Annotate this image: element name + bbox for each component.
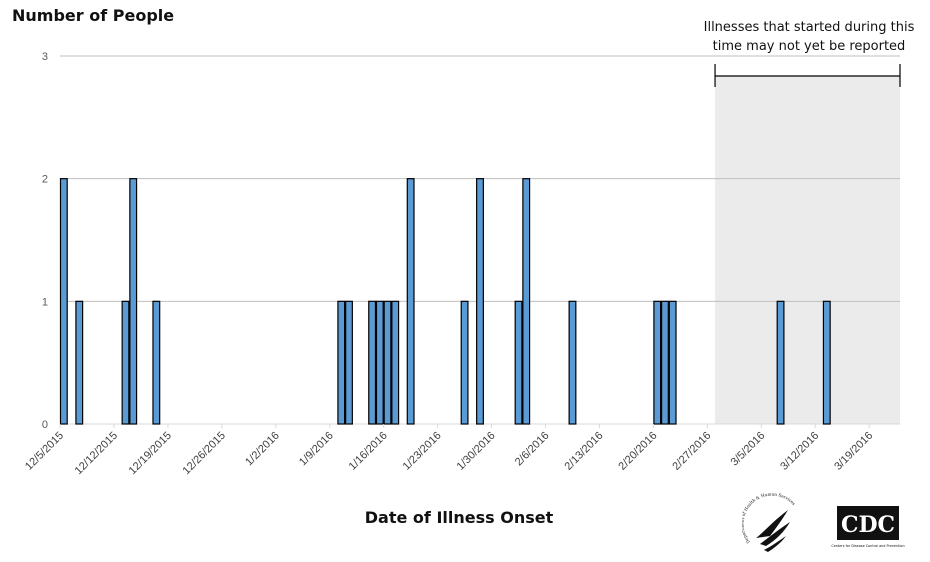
- bar: [668, 300, 677, 425]
- x-tick-label: 3/19/2016: [832, 430, 875, 473]
- epi-curve-chart: 0 1 2 3 12/5/2015 12/12/2015 12/19/2015 12/26/2…: [23, 51, 901, 477]
- bar: [653, 300, 662, 425]
- bar: [375, 300, 384, 425]
- bar: [345, 300, 353, 425]
- bar: [822, 300, 831, 425]
- x-tick-label: 12/12/2015: [73, 430, 120, 477]
- x-tick-label: 12/19/2015: [127, 430, 174, 477]
- x-tick-label: 12/26/2015: [181, 430, 228, 477]
- x-tick-label: 1/9/2016: [297, 430, 336, 469]
- x-tick-label: 2/27/2016: [670, 430, 713, 473]
- x-tick-label: 1/16/2016: [347, 430, 390, 473]
- x-tick-label: 1/2/2016: [243, 430, 282, 469]
- bar: [391, 300, 400, 425]
- bar: [661, 300, 669, 425]
- hhs-logo: Department of Health & Human Services US…: [742, 492, 800, 553]
- bar: [152, 300, 161, 425]
- logos: Department of Health & Human Services US…: [742, 492, 905, 553]
- cdc-logo: CDC Centers for Disease Control and Prev…: [831, 506, 905, 548]
- bar: [406, 178, 415, 425]
- bar: [460, 300, 469, 425]
- cdc-logo-text: CDC: [841, 512, 895, 538]
- y-tick-label: 2: [42, 174, 48, 186]
- x-tick-label: 2/20/2016: [616, 430, 659, 473]
- cdc-logo-subtext: Centers for Disease Control and Preventi…: [831, 544, 904, 548]
- x-tick-label: 2/13/2016: [562, 430, 605, 473]
- x-tick-label: 3/5/2016: [729, 430, 768, 469]
- bar: [368, 300, 377, 425]
- bar: [476, 178, 484, 425]
- hhs-logo-text: Department of Health & Human Services US…: [742, 492, 797, 544]
- y-tick-label: 0: [42, 419, 48, 431]
- x-tick-label: 1/30/2016: [455, 430, 498, 473]
- bar: [522, 178, 531, 425]
- bar: [776, 300, 785, 425]
- x-tick-label: 2/6/2016: [513, 430, 552, 469]
- shaded-reporting-region: [715, 76, 900, 424]
- y-tick-label: 3: [42, 51, 48, 63]
- bar: [121, 300, 130, 425]
- bar: [129, 178, 138, 425]
- bar: [383, 300, 392, 425]
- bar: [337, 300, 346, 425]
- bar: [59, 178, 68, 425]
- x-tick-label: 3/12/2016: [778, 430, 821, 473]
- y-tick-label: 1: [42, 296, 48, 308]
- svg-text:Department of Health & Human S: Department of Health & Human Services US…: [742, 492, 797, 544]
- bar: [568, 300, 577, 425]
- x-tick-label: 12/5/2015: [23, 430, 66, 473]
- x-tick-label: 1/23/2016: [401, 430, 444, 473]
- bar: [75, 300, 84, 425]
- bar: [514, 300, 523, 425]
